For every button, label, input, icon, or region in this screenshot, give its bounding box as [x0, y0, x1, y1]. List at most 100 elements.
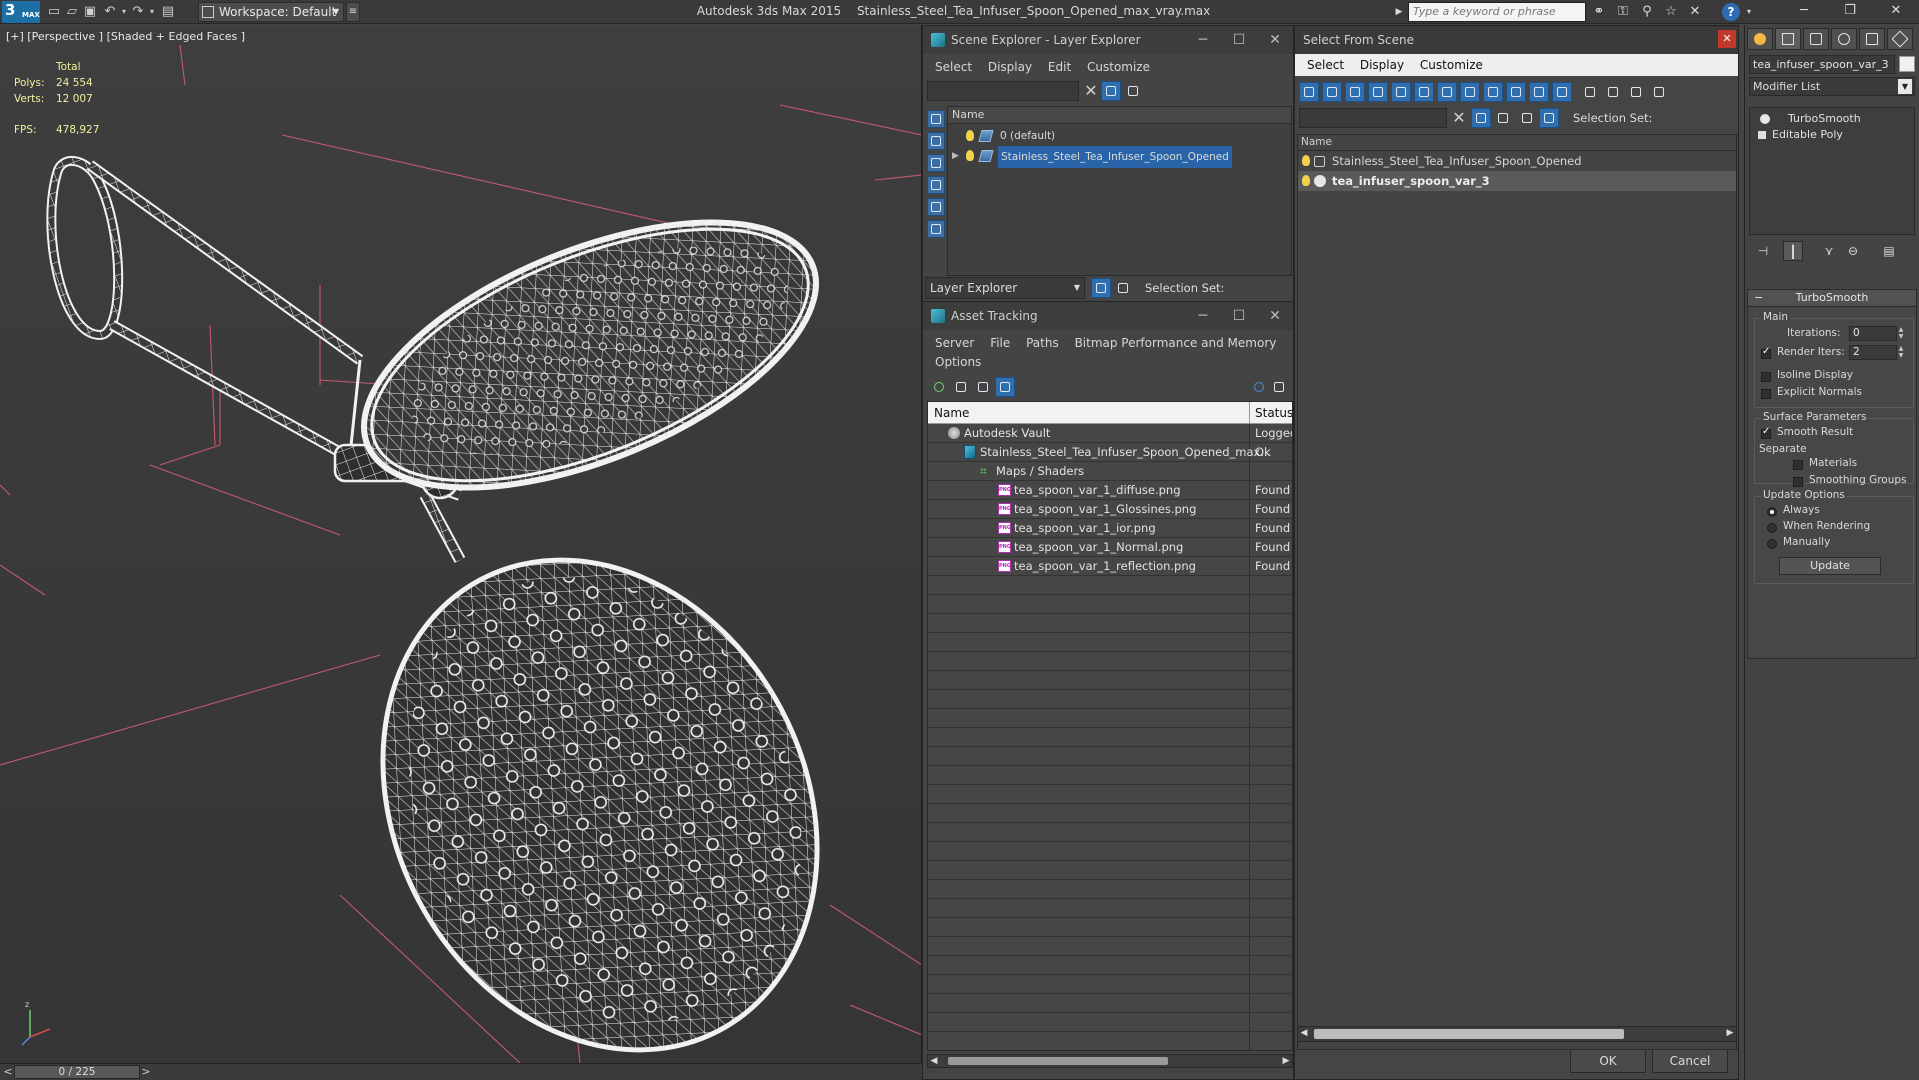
- asset-row[interactable]: PNG tea_spoon_var_1_diffuse.png Found: [928, 481, 1292, 500]
- display-bones-icon[interactable]: [1483, 82, 1503, 102]
- object-horizontal-scrollbar[interactable]: ◀ ▶: [1297, 1026, 1737, 1042]
- light-bulb-icon[interactable]: [966, 130, 974, 141]
- menu-customize[interactable]: Customize: [1420, 58, 1483, 72]
- display-frozen-icon[interactable]: [1529, 82, 1549, 102]
- open-file-icon[interactable]: ▱: [64, 4, 80, 20]
- menu-select[interactable]: Select: [935, 60, 972, 74]
- menu-paths[interactable]: Paths: [1026, 336, 1059, 350]
- scene-explorer-titlebar[interactable]: Scene Explorer - Layer Explorer ─ ☐ ✕: [923, 26, 1293, 54]
- explorer-type-dropdown[interactable]: Layer Explorer ▼: [925, 277, 1085, 299]
- menu-select[interactable]: Select: [1307, 58, 1344, 72]
- asset-row[interactable]: Autodesk Vault Logged: [928, 424, 1292, 443]
- close-icon[interactable]: ✕: [1257, 26, 1293, 54]
- asset-row-empty[interactable]: [928, 937, 1292, 956]
- display-helpers-icon[interactable]: [927, 198, 945, 216]
- scene-search-input[interactable]: [927, 81, 1079, 101]
- remove-modifier-icon[interactable]: ⊖: [1843, 241, 1863, 261]
- always-radio[interactable]: [1767, 507, 1777, 517]
- asset-row-empty[interactable]: [928, 614, 1292, 633]
- asset-row-empty[interactable]: [928, 576, 1292, 595]
- light-bulb-icon[interactable]: [966, 150, 974, 161]
- utilities-tab-icon[interactable]: [1887, 28, 1913, 50]
- asset-row-empty[interactable]: [928, 918, 1292, 937]
- asset-row[interactable]: PNG tea_spoon_var_1_ior.png Found: [928, 519, 1292, 538]
- asset-row-empty[interactable]: [928, 747, 1292, 766]
- layer-mode-icon[interactable]: [1091, 278, 1111, 298]
- sync-selection-icon[interactable]: [1649, 82, 1669, 102]
- iterations-spinner[interactable]: 0: [1849, 326, 1897, 341]
- display-shapes-icon[interactable]: [927, 132, 945, 150]
- filter-icon[interactable]: [1471, 108, 1491, 128]
- modify-tab-icon[interactable]: [1775, 28, 1801, 50]
- stack-item-turbosmooth[interactable]: TurboSmooth: [1750, 111, 1914, 127]
- display-spacewarps-icon[interactable]: [1414, 82, 1434, 102]
- asset-row[interactable]: PNG tea_spoon_var_1_Glossines.png Found: [928, 500, 1292, 519]
- stack-item-editable-poly[interactable]: Editable Poly: [1750, 127, 1914, 143]
- close-icon[interactable]: ✕: [1876, 0, 1916, 24]
- settings-icon[interactable]: [1269, 377, 1289, 397]
- layer-tools-icon[interactable]: [1493, 108, 1513, 128]
- motion-tab-icon[interactable]: [1831, 28, 1857, 50]
- asset-row-empty[interactable]: [928, 994, 1292, 1013]
- layer-tools-icon[interactable]: [1123, 81, 1143, 101]
- cancel-button[interactable]: Cancel: [1652, 1049, 1728, 1073]
- asset-row-empty[interactable]: [928, 975, 1292, 994]
- display-xrefs-icon[interactable]: [1460, 82, 1480, 102]
- asset-row[interactable]: PNG tea_spoon_var_1_Normal.png Found: [928, 538, 1292, 557]
- display-all-icon[interactable]: [1580, 82, 1600, 102]
- scroll-left-icon[interactable]: ◀: [928, 1055, 940, 1067]
- list-view-icon[interactable]: [951, 377, 971, 397]
- display-cameras-icon[interactable]: [927, 176, 945, 194]
- asset-row-empty[interactable]: [928, 709, 1292, 728]
- asset-row-empty[interactable]: [928, 785, 1292, 804]
- when-rendering-radio[interactable]: [1767, 523, 1777, 533]
- select-search-input[interactable]: [1299, 108, 1447, 128]
- asset-row-empty[interactable]: [928, 671, 1292, 690]
- materials-checkbox[interactable]: [1793, 460, 1803, 470]
- clear-search-icon[interactable]: ✕: [1451, 109, 1467, 127]
- binoculars-icon[interactable]: ⚭: [1590, 3, 1608, 21]
- layer-tree-header[interactable]: Name: [948, 107, 1291, 124]
- asset-row-empty[interactable]: [928, 690, 1292, 709]
- hierarchy-mode-icon[interactable]: [1113, 278, 1133, 298]
- asset-tracking-titlebar[interactable]: Asset Tracking ─ ☐ ✕: [923, 302, 1293, 330]
- display-lights-icon[interactable]: [927, 154, 945, 172]
- minimize-icon[interactable]: ─: [1185, 302, 1221, 330]
- close-icon[interactable]: ✕: [1718, 30, 1736, 48]
- rollout-header[interactable]: − TurboSmooth: [1748, 290, 1916, 307]
- object-color-swatch[interactable]: [1899, 56, 1915, 72]
- expand-arrow-icon[interactable]: ▶: [952, 146, 959, 166]
- help-dropdown-icon[interactable]: ▾: [1740, 3, 1758, 21]
- asset-row-empty[interactable]: [928, 766, 1292, 785]
- redo-dropdown-icon[interactable]: ▾: [144, 4, 160, 20]
- asset-row-empty[interactable]: [928, 956, 1292, 975]
- menu-display[interactable]: Display: [1360, 58, 1404, 72]
- clear-search-icon[interactable]: ✕: [1083, 82, 1099, 100]
- asset-row-empty[interactable]: [928, 1013, 1292, 1032]
- minimize-icon[interactable]: ─: [1784, 0, 1824, 24]
- scroll-thumb[interactable]: [948, 1057, 1168, 1065]
- make-unique-icon[interactable]: ⋎: [1819, 241, 1839, 261]
- app-logo[interactable]: 3 MAX: [2, 1, 40, 23]
- refresh-icon[interactable]: [929, 377, 949, 397]
- workspace-menu-button[interactable]: ≡: [346, 2, 360, 22]
- asset-row-empty[interactable]: [928, 804, 1292, 823]
- light-bulb-icon[interactable]: [1302, 175, 1310, 186]
- display-geometry-icon[interactable]: [1299, 82, 1319, 102]
- asset-horizontal-scrollbar[interactable]: ◀ ▶: [927, 1054, 1293, 1068]
- asset-row-empty[interactable]: [928, 899, 1292, 918]
- viewport-label[interactable]: [+] [Perspective ] [Shaded + Edged Faces…: [6, 30, 245, 43]
- object-name-field[interactable]: tea_infuser_spoon_var_3: [1749, 55, 1895, 74]
- menu-display[interactable]: Display: [988, 60, 1032, 74]
- maximize-icon[interactable]: ☐: [1221, 302, 1257, 330]
- render-iters-checkbox[interactable]: [1761, 346, 1771, 359]
- exchange-icon[interactable]: ✕: [1686, 3, 1704, 21]
- display-geometry-icon[interactable]: [927, 110, 945, 128]
- grid-view-icon[interactable]: [995, 377, 1015, 397]
- modifier-list-dropdown[interactable]: Modifier List ▼: [1749, 77, 1915, 96]
- minimize-icon[interactable]: ─: [1185, 26, 1221, 54]
- close-icon[interactable]: ✕: [1257, 302, 1293, 330]
- asset-row-empty[interactable]: [928, 842, 1292, 861]
- asset-row-empty[interactable]: [928, 595, 1292, 614]
- scroll-thumb[interactable]: [1314, 1029, 1624, 1039]
